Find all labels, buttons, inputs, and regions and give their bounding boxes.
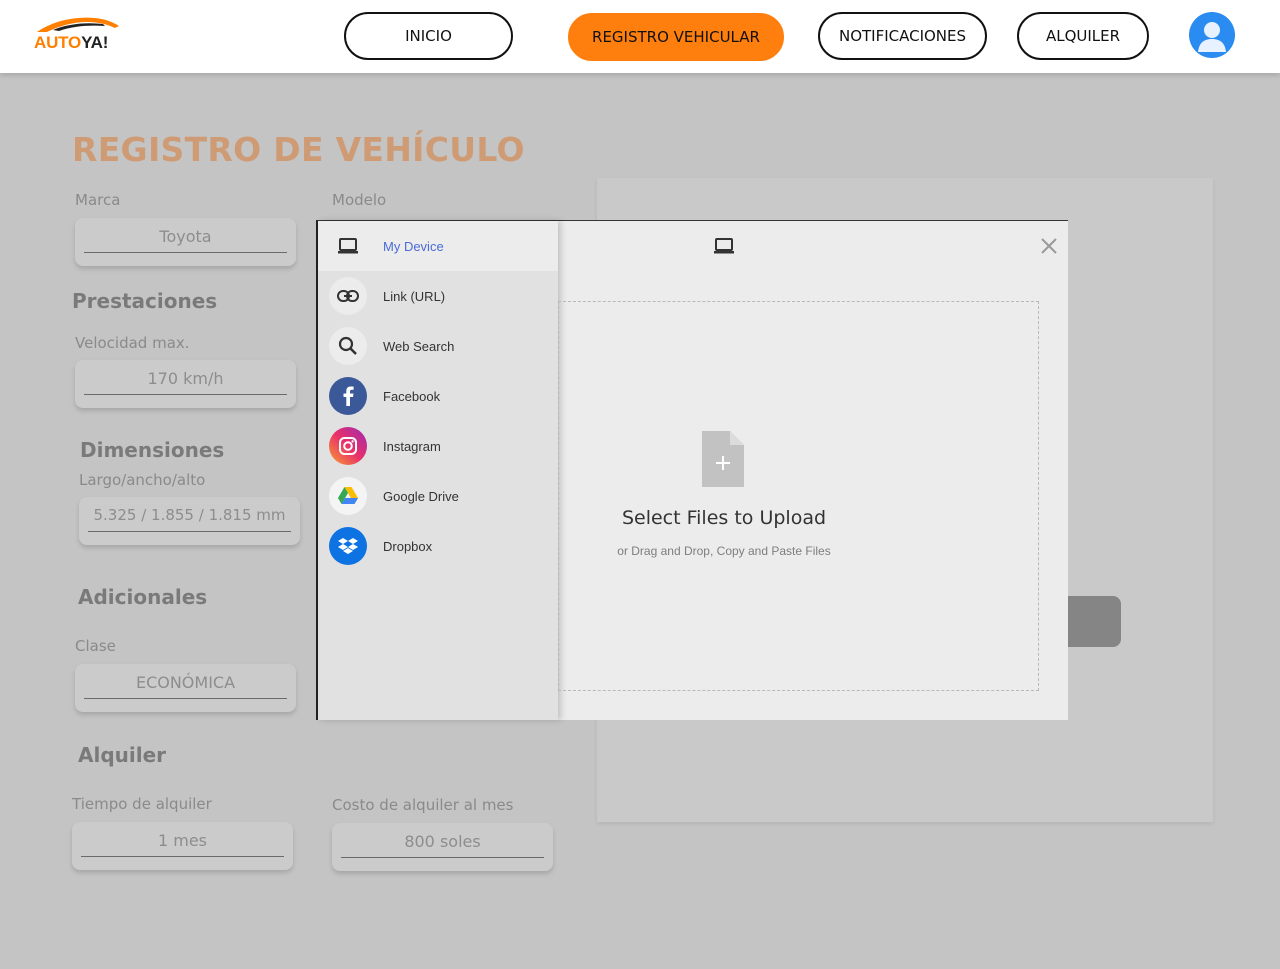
facebook-icon xyxy=(329,377,367,415)
nav-inicio-button[interactable]: INICIO xyxy=(344,12,513,60)
marca-field[interactable]: Toyota xyxy=(75,218,296,266)
dimensiones-field[interactable]: 5.325 / 1.855 / 1.815 mm xyxy=(79,497,300,545)
source-label: Link (URL) xyxy=(383,288,446,304)
source-my-device[interactable]: My Device xyxy=(318,221,558,271)
clase-value: ECONÓMICA xyxy=(135,673,236,692)
costo-field[interactable]: 800 soles xyxy=(332,823,553,871)
velocidad-value: 170 km/h xyxy=(147,369,224,388)
field-underline xyxy=(84,252,287,253)
page-title: REGISTRO DE VEHÍCULO xyxy=(72,130,525,169)
prestaciones-heading: Prestaciones xyxy=(72,289,218,313)
marca-value: Toyota xyxy=(159,227,212,246)
clase-field[interactable]: ECONÓMICA xyxy=(75,664,296,712)
file-drop-zone[interactable] xyxy=(558,301,1039,691)
field-underline xyxy=(84,698,287,699)
nav-notificaciones-button[interactable]: NOTIFICACIONES xyxy=(818,12,987,60)
instagram-icon xyxy=(329,427,367,465)
dimensiones-heading: Dimensiones xyxy=(80,438,225,462)
tiempo-label: Tiempo de alquiler xyxy=(72,795,212,813)
alquiler-heading: Alquiler xyxy=(78,743,167,767)
source-web-search[interactable]: Web Search xyxy=(318,321,558,371)
source-label: Facebook xyxy=(383,388,441,404)
dimensiones-label: Largo/ancho/alto xyxy=(79,471,206,489)
file-upload-modal: My Device Link (URL) Web Search Facebook xyxy=(316,220,1068,720)
source-google-drive[interactable]: Google Drive xyxy=(318,471,558,521)
source-label: Instagram xyxy=(383,438,441,454)
user-icon xyxy=(1198,22,1226,52)
marca-label: Marca xyxy=(75,191,121,209)
user-avatar[interactable] xyxy=(1189,12,1235,58)
field-underline xyxy=(84,394,287,395)
google-drive-icon xyxy=(329,477,367,515)
costo-value: 800 soles xyxy=(404,832,481,851)
velocidad-label: Velocidad max. xyxy=(75,334,190,352)
source-label: My Device xyxy=(383,238,444,254)
nav-alquiler-button[interactable]: ALQUILER xyxy=(1017,12,1149,60)
costo-label: Costo de alquiler al mes xyxy=(332,796,514,814)
modelo-label: Modelo xyxy=(332,191,387,209)
adicionales-heading: Adicionales xyxy=(78,585,208,609)
brand-name[interactable]: AUTOYA! xyxy=(34,33,108,53)
laptop-icon xyxy=(329,227,367,265)
add-file-icon[interactable] xyxy=(700,429,746,493)
tiempo-value: 1 mes xyxy=(157,831,208,850)
source-link-url[interactable]: Link (URL) xyxy=(318,271,558,321)
search-icon xyxy=(329,327,367,365)
source-label: Web Search xyxy=(383,338,455,354)
link-icon xyxy=(329,277,367,315)
clase-label: Clase xyxy=(75,637,116,655)
laptop-icon xyxy=(713,237,735,259)
dimensiones-value: 5.325 / 1.855 / 1.815 mm xyxy=(93,506,286,524)
upload-source-sidebar: My Device Link (URL) Web Search Facebook xyxy=(318,221,558,720)
velocidad-field[interactable]: 170 km/h xyxy=(75,360,296,408)
source-facebook[interactable]: Facebook xyxy=(318,371,558,421)
source-instagram[interactable]: Instagram xyxy=(318,421,558,471)
source-label: Dropbox xyxy=(383,538,433,554)
dropbox-icon xyxy=(329,527,367,565)
select-files-title[interactable]: Select Files to Upload xyxy=(558,507,890,529)
field-underline xyxy=(341,857,544,858)
drag-drop-hint: or Drag and Drop, Copy and Paste Files xyxy=(617,544,831,558)
nav-registro-vehicular-button[interactable]: REGISTRO VEHICULAR xyxy=(568,13,784,61)
close-icon[interactable] xyxy=(1038,235,1060,257)
source-label: Google Drive xyxy=(383,488,459,504)
field-underline xyxy=(81,856,284,857)
field-underline xyxy=(88,531,291,532)
source-dropbox[interactable]: Dropbox xyxy=(318,521,558,571)
top-navbar: AUTOYA! INICIO REGISTRO VEHICULAR NOTIFI… xyxy=(0,0,1280,73)
tiempo-field[interactable]: 1 mes xyxy=(72,822,293,870)
